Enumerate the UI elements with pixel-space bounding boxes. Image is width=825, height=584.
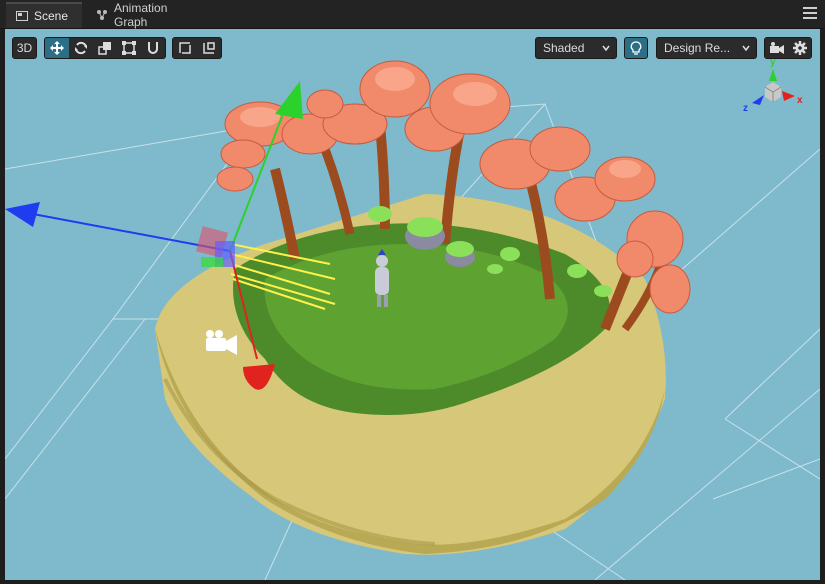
pivot-tool-group bbox=[172, 37, 222, 59]
gear-icon bbox=[792, 41, 807, 55]
camera-button[interactable] bbox=[765, 38, 788, 58]
resolution-dropdown[interactable]: Design Re... bbox=[656, 37, 757, 59]
resolution-value: Design Re... bbox=[664, 41, 731, 55]
lighting-toggle[interactable] bbox=[624, 37, 648, 59]
scene-viewport[interactable]: 3D Shaded Design Re... y x z bbox=[5, 29, 820, 580]
rect-icon bbox=[122, 41, 136, 55]
axis-x-label: x bbox=[797, 95, 803, 106]
mode-3d-button[interactable]: 3D bbox=[12, 37, 37, 59]
scale-icon bbox=[98, 42, 111, 55]
tab-animation-graph[interactable]: Animation Graph bbox=[86, 1, 214, 29]
magnet-icon bbox=[148, 42, 158, 54]
panel-menu-button[interactable] bbox=[803, 7, 817, 19]
rect-tool-button[interactable] bbox=[117, 38, 141, 58]
tab-scene[interactable]: Scene bbox=[6, 2, 82, 28]
lightbulb-icon bbox=[630, 41, 642, 55]
chevron-down-icon bbox=[602, 45, 610, 52]
transform-tool-group bbox=[44, 37, 166, 59]
shading-value: Shaded bbox=[543, 41, 585, 55]
pivot-global-icon bbox=[203, 42, 215, 54]
scale-tool-button[interactable] bbox=[93, 38, 117, 58]
view-options-group bbox=[764, 37, 812, 59]
axis-z-label: z bbox=[743, 103, 748, 114]
rotate-tool-button[interactable] bbox=[69, 38, 93, 58]
tab-scene-label: Scene bbox=[34, 9, 69, 23]
settings-button[interactable] bbox=[788, 38, 811, 58]
move-tool-button[interactable] bbox=[45, 38, 69, 58]
snap-tool-button[interactable] bbox=[141, 38, 165, 58]
camera-icon bbox=[769, 42, 784, 54]
move-arrows-icon bbox=[50, 41, 64, 55]
animation-graph-icon bbox=[96, 10, 108, 20]
axis-orientation-gizmo[interactable]: y x z bbox=[740, 57, 806, 117]
pivot-local-icon bbox=[179, 42, 191, 54]
pivot-global-button[interactable] bbox=[197, 38, 221, 58]
rotate-icon bbox=[75, 41, 87, 55]
shading-dropdown[interactable]: Shaded bbox=[535, 37, 617, 59]
axis-y-label: y bbox=[770, 57, 776, 68]
tab-bar: Scene Animation Graph bbox=[0, 0, 825, 29]
tab-animation-graph-label: Animation Graph bbox=[114, 1, 168, 29]
mode-3d-label: 3D bbox=[16, 41, 33, 55]
chevron-down-icon bbox=[742, 45, 750, 52]
scene-icon bbox=[16, 11, 28, 21]
scene-render bbox=[5, 60, 820, 580]
pivot-local-button[interactable] bbox=[173, 38, 197, 58]
